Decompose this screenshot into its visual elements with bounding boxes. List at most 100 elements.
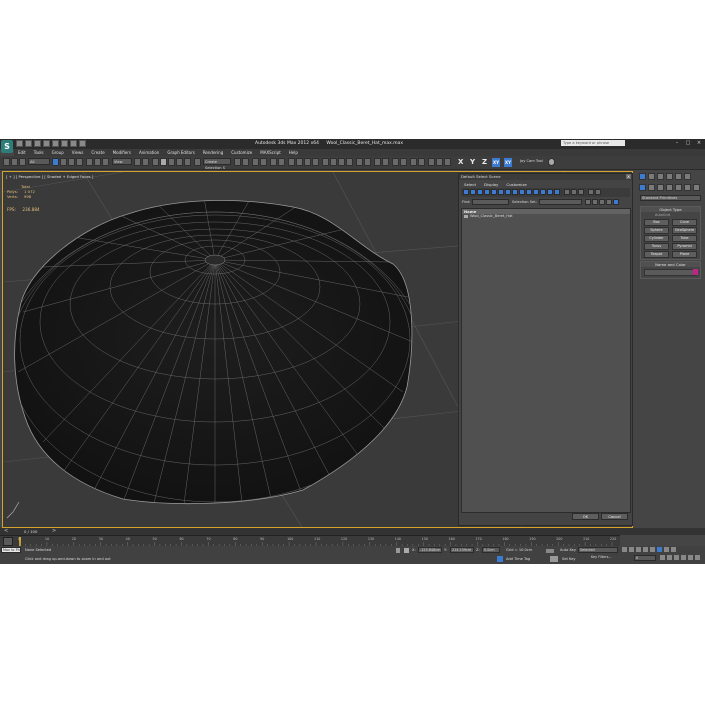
cone-button[interactable]: Cone [672, 219, 697, 226]
primitive-type-dropdown[interactable]: Standard Primitives [640, 195, 701, 201]
next-frame-icon[interactable]: > [52, 528, 56, 534]
extra-tool-15-icon[interactable] [444, 158, 451, 166]
list-item[interactable]: Wool_Classic_Beret_Hat [462, 214, 630, 219]
lock-selection-icon[interactable] [396, 548, 400, 553]
selection-set-options-icon[interactable] [606, 199, 612, 205]
cylinder-button[interactable]: Cylinder [644, 235, 669, 242]
edit-named-sets-icon[interactable] [194, 158, 201, 166]
absolute-mode-icon[interactable] [404, 548, 409, 553]
hierarchy-tab-icon[interactable] [657, 173, 664, 180]
display-lights-icon[interactable] [477, 189, 483, 195]
box-button[interactable]: Box [644, 219, 669, 226]
time-slider[interactable]: < 0 / 100 > [0, 528, 705, 535]
menu-edit[interactable]: Edit [18, 149, 26, 156]
display-space-warps-icon[interactable] [498, 189, 504, 195]
graphite-ribbon-icon[interactable] [260, 158, 267, 166]
new-file-icon[interactable] [16, 140, 23, 147]
tube-button[interactable]: Tube [672, 235, 697, 242]
save-file-icon[interactable] [34, 140, 41, 147]
display-frozen-icon[interactable] [533, 189, 539, 195]
pan-icon[interactable] [688, 555, 693, 560]
axis-xy-button[interactable]: XY [492, 158, 500, 167]
prev-frame-icon[interactable]: < [4, 528, 8, 534]
align-icon[interactable] [242, 158, 249, 166]
zoom-extents-icon[interactable] [664, 547, 669, 552]
selection-set-dropdown[interactable] [539, 199, 582, 205]
menu-views[interactable]: Views [72, 149, 84, 156]
menu-modifiers[interactable]: Modifiers [113, 149, 131, 156]
dialog-close-icon[interactable]: × [626, 174, 631, 179]
key-filters-button[interactable]: Key Filters... [590, 555, 618, 561]
maximize-viewport-icon[interactable] [695, 555, 700, 560]
menu-customize[interactable]: Customize [231, 149, 252, 156]
angle-snap-icon[interactable] [168, 158, 175, 166]
hat-mesh[interactable] [3, 192, 430, 528]
joy-cam-tool[interactable]: Joy Cam Tool [519, 158, 545, 165]
set-key-icon[interactable] [550, 556, 558, 562]
shapes-category-icon[interactable] [648, 184, 655, 191]
extra-tool-8-icon[interactable] [382, 158, 389, 166]
extra-tool-2-icon[interactable] [330, 158, 337, 166]
name-color-title[interactable]: Name and Color [641, 262, 700, 267]
display-all-icon[interactable] [547, 189, 553, 195]
torus-button[interactable]: Torus [644, 243, 669, 250]
viewport-label[interactable]: [ + ] [ Perspective ] [ Shaded + Edged F… [6, 174, 93, 179]
close-icon[interactable]: × [695, 140, 703, 146]
snaps-toggle-icon[interactable] [160, 158, 167, 166]
plane-button[interactable]: Plane [672, 251, 697, 258]
axis-z-button[interactable]: Z [482, 158, 487, 167]
selection-set-add-icon[interactable] [585, 199, 591, 205]
extra-tool-7-icon[interactable] [374, 158, 381, 166]
axis-x-button[interactable]: X [458, 158, 463, 167]
display-helpers-icon[interactable] [491, 189, 497, 195]
z-coordinate-field[interactable]: 0.0cm [482, 547, 500, 553]
link-icon[interactable] [3, 158, 10, 166]
modify-tab-icon[interactable] [648, 173, 655, 180]
select-by-name-icon[interactable] [60, 158, 67, 166]
key-mode-icon[interactable] [546, 549, 554, 553]
extra-tool-4-icon[interactable] [346, 158, 353, 166]
geosphere-button[interactable]: GeoSphere [672, 227, 697, 234]
pyramid-button[interactable]: Pyramid [672, 243, 697, 250]
next-key-icon[interactable] [643, 547, 648, 552]
key-selected-dropdown[interactable]: Selected [578, 547, 618, 553]
maxscript-listener[interactable]: Max to Ph [1, 547, 21, 553]
select-dependents-icon[interactable] [595, 189, 601, 195]
object-name-input[interactable] [644, 269, 698, 276]
dialog-menu-display[interactable]: Display [484, 182, 498, 187]
auto-key-button[interactable]: Auto Key [560, 548, 576, 552]
display-groups-icon[interactable] [505, 189, 511, 195]
helpers-category-icon[interactable] [675, 184, 682, 191]
utilities-tab-icon[interactable] [684, 173, 691, 180]
percent-snap-icon[interactable] [176, 158, 183, 166]
menu-tools[interactable]: Tools [34, 149, 44, 156]
motion-tab-icon[interactable] [666, 173, 673, 180]
key-mode-toggle-icon[interactable] [657, 547, 662, 552]
zoom-all-icon[interactable] [674, 555, 679, 560]
named-selection-dropdown[interactable]: Create Selection S [203, 158, 231, 170]
orbit-icon[interactable] [671, 547, 676, 552]
display-cameras-icon[interactable] [484, 189, 490, 195]
bind-space-warp-icon[interactable] [19, 158, 26, 166]
select-none-icon[interactable] [571, 189, 577, 195]
select-move-icon[interactable] [86, 158, 93, 166]
select-scale-icon[interactable] [102, 158, 109, 166]
menu-animation[interactable]: Animation [139, 149, 159, 156]
rendered-frame-icon[interactable] [304, 158, 311, 166]
current-frame-field[interactable]: 0 [634, 555, 656, 561]
unlink-icon[interactable] [11, 158, 18, 166]
extra-tool-14-icon[interactable] [436, 158, 443, 166]
extra-tool-11-icon[interactable] [410, 158, 417, 166]
layer-manager-icon[interactable] [252, 158, 259, 166]
object-color-swatch[interactable] [693, 269, 698, 275]
spinner-snap-icon[interactable] [184, 158, 191, 166]
undo-icon[interactable] [43, 140, 50, 147]
time-config-icon[interactable] [660, 555, 665, 560]
time-tag-icon[interactable] [497, 556, 503, 562]
search-input[interactable]: Type a keyword or phrase [561, 140, 625, 146]
redo-icon[interactable] [52, 140, 59, 147]
material-editor-icon[interactable] [288, 158, 295, 166]
zoom-icon[interactable] [667, 555, 672, 560]
ok-button[interactable]: OK [572, 513, 599, 520]
display-containers-icon[interactable] [526, 189, 532, 195]
